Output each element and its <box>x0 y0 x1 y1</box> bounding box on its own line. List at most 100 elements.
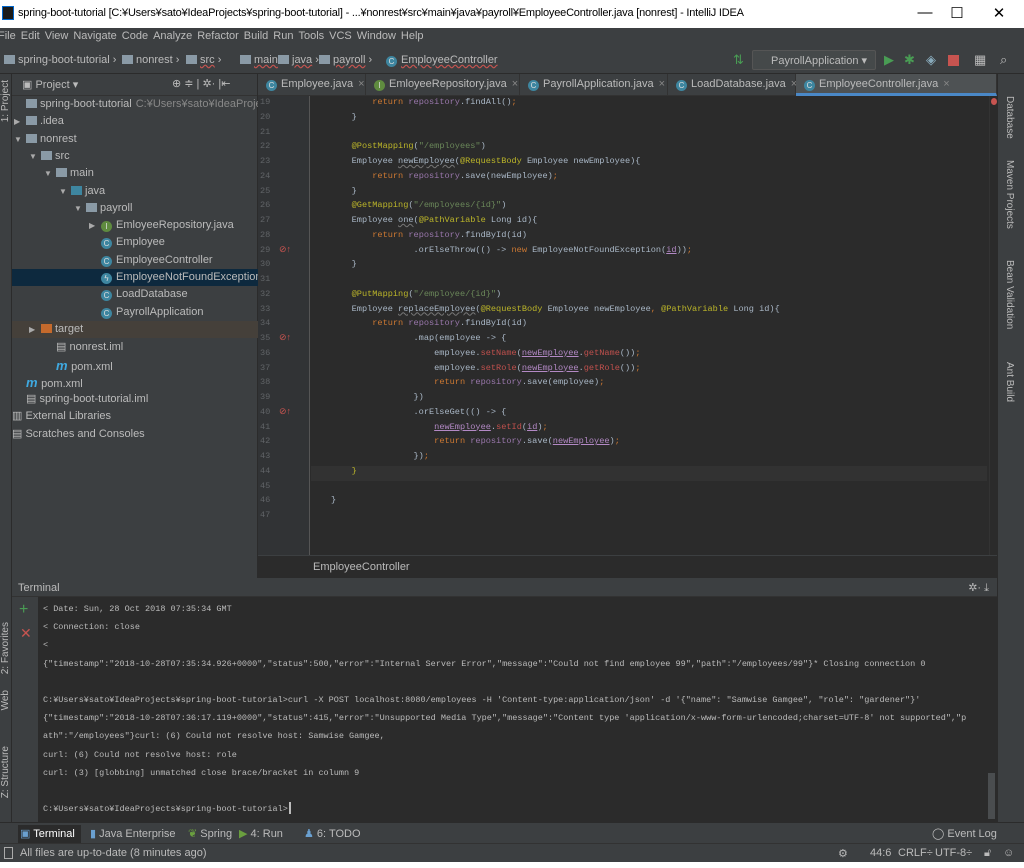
tool-tab-java-enterprise[interactable]: ▮ Java Enterprise <box>90 827 176 840</box>
code-token: ) <box>496 288 502 299</box>
stripe-database[interactable]: Database <box>1004 96 1015 139</box>
terminal-scrollbar[interactable] <box>988 773 995 819</box>
tree-item[interactable]: ▤ Scratches and Consoles <box>12 425 258 442</box>
tool-tab--run[interactable]: ▶ 4: Run <box>239 827 283 840</box>
stop-icon[interactable] <box>948 55 959 66</box>
tab-close-icon[interactable]: × <box>943 78 949 90</box>
tree-item-label: .idea <box>40 115 64 128</box>
tree-item[interactable]: ▥ External Libraries <box>12 407 258 424</box>
build-icon[interactable]: ⇅ <box>733 52 744 68</box>
stripe-web[interactable]: Web <box>0 690 11 710</box>
toggle-tool-windows-icon[interactable] <box>4 847 13 859</box>
stripe-project[interactable]: 1: Project <box>0 80 11 122</box>
minimize-button[interactable]: — <box>910 4 940 21</box>
breadcrumb-item[interactable]: spring-boot-tutorial › <box>4 54 116 66</box>
menu-build[interactable]: Build <box>244 28 273 46</box>
tab-close-icon[interactable]: × <box>512 78 518 90</box>
override-marker-icon[interactable]: ⊘↑ <box>279 406 291 417</box>
tree-item[interactable]: ▤ spring-boot-tutorial.iml <box>12 390 258 407</box>
breadcrumb-item[interactable]: payroll › <box>319 54 372 66</box>
tree-item[interactable]: m pom.xml <box>12 356 258 373</box>
search-icon[interactable]: ⌕ <box>1000 52 1007 68</box>
menu-tools[interactable]: Tools <box>298 28 329 46</box>
tool-tab-terminal[interactable]: ▣ Terminal <box>18 825 81 843</box>
tree-item[interactable]: ▶ I EmloyeeRepository.java <box>12 217 258 234</box>
stripe-ant-build[interactable]: Ant Build <box>1004 362 1015 402</box>
spring-boot-class-icon: C <box>528 80 539 91</box>
breadcrumb-item[interactable]: java › <box>278 54 319 66</box>
tab-loaddatabase-java[interactable]: C LoadDatabase.java × <box>668 74 797 96</box>
close-button[interactable]: ✕ <box>984 4 1014 22</box>
menu-analyze[interactable]: Analyze <box>153 28 197 46</box>
tab-employee-java[interactable]: C Employee.java × <box>258 74 366 96</box>
stripe-favorites[interactable]: 2: Favorites <box>0 622 11 674</box>
code-token: "/employees" <box>418 141 481 152</box>
tree-item[interactable]: C PayrollApplication <box>12 304 258 321</box>
tree-item[interactable]: ▼ main <box>12 165 258 182</box>
tree-item[interactable]: ▼ java <box>12 183 258 200</box>
event-log-tab[interactable]: ◯ Event Log <box>932 827 997 840</box>
lock-icon[interactable]: 🔓︎ <box>984 847 991 860</box>
stripe-bean-validation[interactable]: Bean Validation <box>1004 260 1015 329</box>
tree-item[interactable]: C Employee <box>12 234 258 251</box>
maximize-button[interactable]: ☐ <box>942 4 972 22</box>
caret-position[interactable]: 44:6 <box>870 847 891 859</box>
tab-emloyeerepository-java[interactable]: I EmloyeeRepository.java × <box>366 74 520 96</box>
terminal-settings-icon[interactable]: ✲· ⤓ <box>968 581 989 595</box>
run-config-select[interactable]: PayrollApplication ▾ <box>752 50 876 70</box>
stripe-maven[interactable]: Maven Projects <box>1004 160 1015 229</box>
editor-breadcrumb[interactable]: EmployeeController <box>258 555 997 578</box>
stripe-structure[interactable]: Z: Structure <box>0 746 11 798</box>
terminal-panel[interactable]: Terminal ✲· ⤓ + ✕ < Date: Sun, 28 Oct 20… <box>12 578 997 822</box>
debug-icon[interactable]: ✱ <box>904 52 915 68</box>
breadcrumb-item[interactable]: nonrest › <box>122 54 179 66</box>
breadcrumb-item[interactable]: C EmployeeController <box>386 54 498 67</box>
menu-vcs[interactable]: VCS <box>329 28 357 46</box>
file-encoding[interactable]: UTF-8÷ <box>935 847 972 859</box>
menu-help[interactable]: Help <box>401 28 429 46</box>
line-number: 24 <box>260 170 271 181</box>
tree-item[interactable]: ▶ target <box>12 320 258 338</box>
locate-icon[interactable]: ⊕ ≑ | ✲· |⇤ <box>172 77 230 90</box>
tree-item[interactable]: ▼ nonrest <box>12 131 258 148</box>
project-structure-icon[interactable]: ▦ <box>974 52 986 68</box>
tab-close-icon[interactable]: × <box>358 78 364 90</box>
hector-icon[interactable]: ☺ <box>1003 847 1014 859</box>
tree-item[interactable]: ▤ nonrest.iml <box>12 338 258 355</box>
inspection-icon[interactable]: ⚙ <box>838 847 848 860</box>
tab-payrollapplication-java[interactable]: C PayrollApplication.java × <box>520 74 668 96</box>
menu-file[interactable]: File <box>0 28 21 46</box>
line-separator[interactable]: CRLF÷ <box>898 847 933 859</box>
menu-run[interactable]: Run <box>273 28 298 46</box>
breadcrumb-item[interactable]: src › <box>186 54 221 66</box>
menu-edit[interactable]: Edit <box>21 28 45 46</box>
code-editor[interactable]: 19 20 21 22 23 24 25 26 27 28 29 ⊘↑ 30 31 32 33 34 35 ⊘↑ 36… <box>258 96 997 555</box>
menu-view[interactable]: View <box>45 28 74 46</box>
menu-navigate[interactable]: Navigate <box>73 28 121 46</box>
close-session-icon[interactable]: ✕ <box>20 625 32 642</box>
project-view-select[interactable]: Project <box>35 79 69 91</box>
tree-item[interactable]: C LoadDatabase <box>12 286 258 303</box>
code-token: return <box>372 318 409 329</box>
coverage-icon[interactable]: ◈ <box>926 52 936 68</box>
menu-code[interactable]: Code <box>122 28 153 46</box>
menu-window[interactable]: Window <box>357 28 401 46</box>
tree-item[interactable]: spring-boot-tutorial C:¥Users¥sato¥IdeaPr… <box>12 96 293 113</box>
override-marker-icon[interactable]: ⊘↑ <box>279 332 291 343</box>
tree-item[interactable]: ▼ src <box>12 148 258 165</box>
tree-item[interactable]: ▼ payroll <box>12 200 258 217</box>
terminal-line: < Connection: close <box>43 622 140 633</box>
tab-employeecontroller-java[interactable]: C EmployeeController.java × <box>796 74 997 96</box>
run-icon[interactable]: ▶ <box>884 52 894 68</box>
editor-scrollbar[interactable] <box>989 96 997 555</box>
tree-item[interactable]: ▶ .idea <box>12 113 258 130</box>
menu-refactor[interactable]: Refactor <box>197 28 244 46</box>
new-session-icon[interactable]: + <box>19 601 28 619</box>
tool-tab--todo[interactable]: ♟ 6: TODO <box>304 827 361 840</box>
tool-tab-spring[interactable]: ❦ Spring <box>188 827 232 840</box>
tree-item[interactable]: ϟ EmployeeNotFoundException <box>12 269 262 286</box>
tree-item[interactable]: C EmployeeController <box>12 252 258 269</box>
override-marker-icon[interactable]: ⊘↑ <box>279 244 291 255</box>
tab-close-icon[interactable]: × <box>659 78 665 90</box>
tree-item[interactable]: m pom.xml <box>12 373 258 390</box>
